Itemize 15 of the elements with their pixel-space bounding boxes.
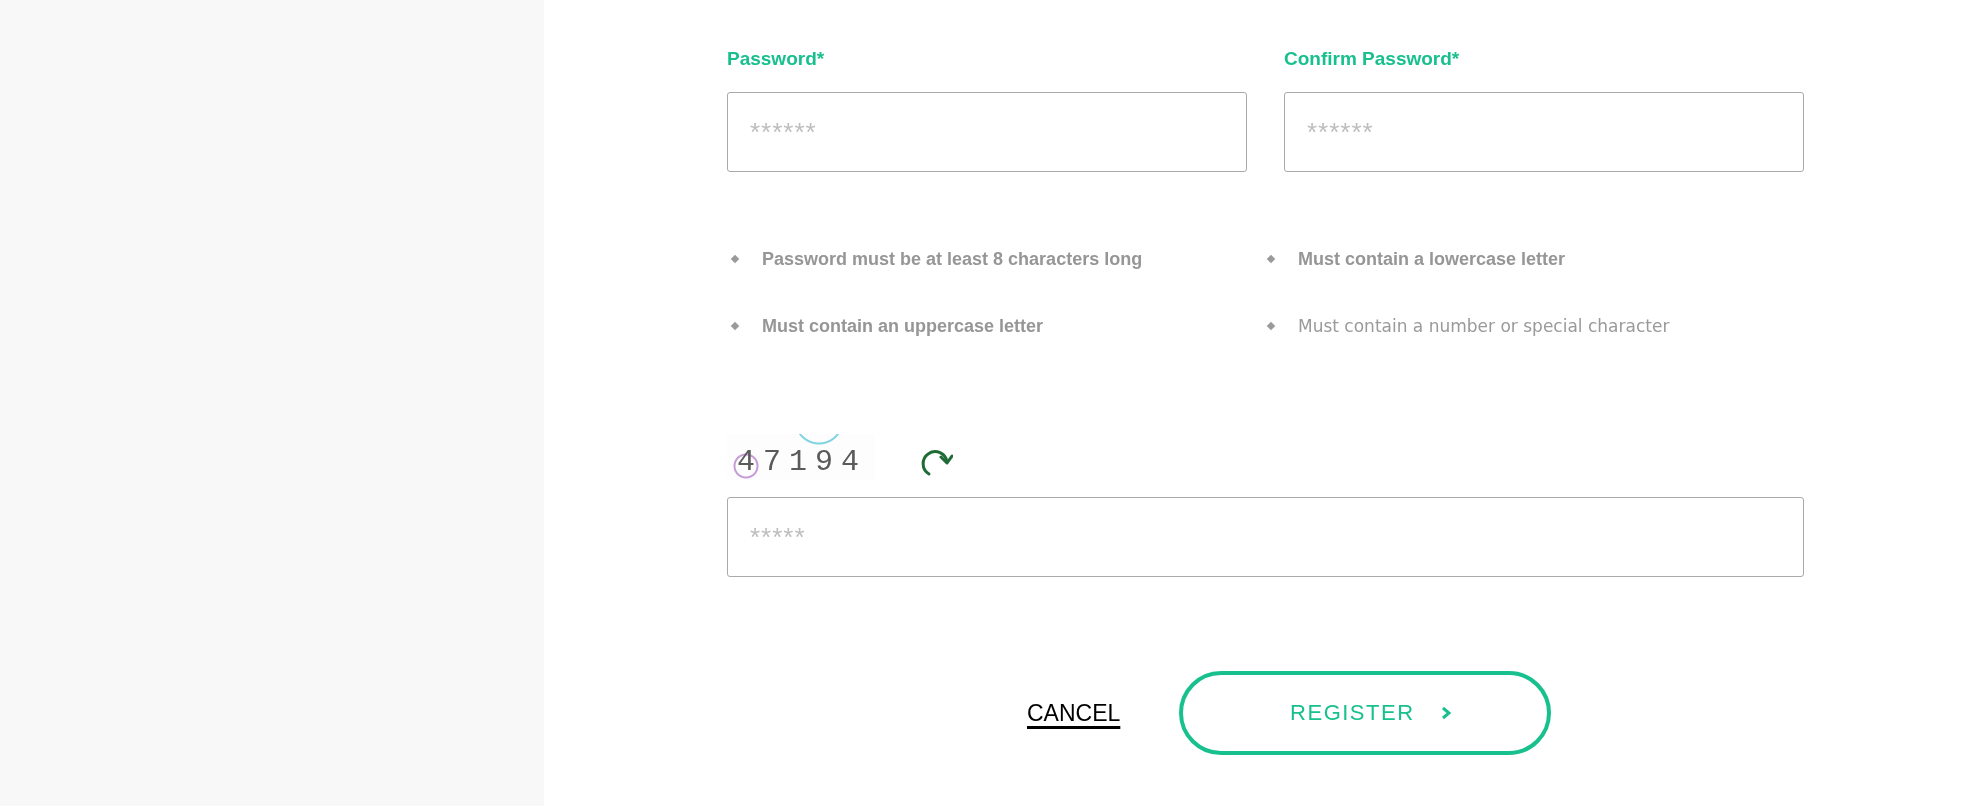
bullet-icon [1266,321,1276,331]
requirement-text: Must contain a lowercase letter [1298,248,1566,270]
cancel-link[interactable]: CANCEL [1027,699,1121,727]
field-label: Password* [727,48,825,70]
password-field[interactable]: ****** [727,92,1247,172]
bullet-icon [730,254,740,264]
requirement-text: Password must be at least 8 characters long [762,248,1143,270]
bullet-icon [1266,254,1276,264]
requirement-text: Must contain an uppercase letter [762,315,1044,337]
requirement-text: Must contain a number or special character [1298,316,1670,336]
password-field[interactable]: ****** [1284,92,1804,172]
field-label: Confirm Password* [1284,48,1460,70]
chevron-right-icon [1440,706,1451,720]
bullet-icon [730,321,740,331]
captcha-field[interactable]: ***** [727,497,1804,577]
